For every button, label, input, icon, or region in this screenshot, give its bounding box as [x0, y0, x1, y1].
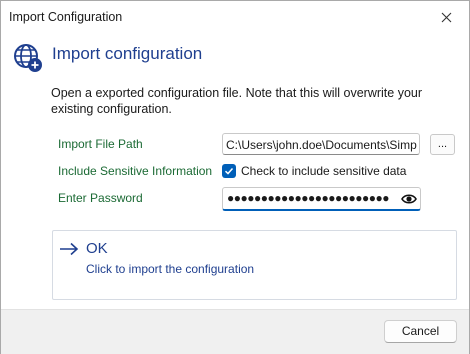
eye-icon[interactable] [401, 192, 417, 206]
description-text: Open a exported configuration file. Note… [51, 86, 423, 116]
browse-button[interactable]: ... [430, 134, 455, 155]
import-configuration-dialog: Import Configuration Import configuratio… [0, 0, 470, 354]
dialog-content: Import configuration Open a exported con… [1, 33, 469, 309]
include-sensitive-label: Include Sensitive Information [58, 164, 213, 178]
checkmark-icon [224, 167, 234, 175]
include-sensitive-checkbox[interactable] [222, 164, 236, 178]
page-title: Import configuration [52, 44, 203, 63]
ok-subtitle: Click to import the configuration [86, 262, 255, 276]
import-file-path-label: Import File Path [58, 137, 143, 151]
title-bar: Import Configuration [1, 1, 469, 33]
close-icon [441, 12, 451, 22]
dialog-footer: Cancel [1, 309, 469, 354]
window-title: Import Configuration [9, 10, 123, 24]
globe-import-icon [14, 44, 42, 72]
include-sensitive-checkbox-label[interactable]: Check to include sensitive data [241, 164, 406, 178]
ok-title: OK [86, 240, 108, 257]
cancel-button[interactable]: Cancel [384, 320, 457, 343]
close-button[interactable] [423, 1, 469, 33]
arrow-right-icon [60, 242, 79, 256]
ok-command-link[interactable]: OK Click to import the configuration [52, 230, 457, 300]
enter-password-label: Enter Password [58, 191, 143, 205]
password-input[interactable]: ●●●●●●●●●●●●●●●●●●●●●●●● [222, 187, 421, 211]
import-file-path-input[interactable]: C:\Users\john.doe\Documents\Simp [222, 133, 420, 155]
